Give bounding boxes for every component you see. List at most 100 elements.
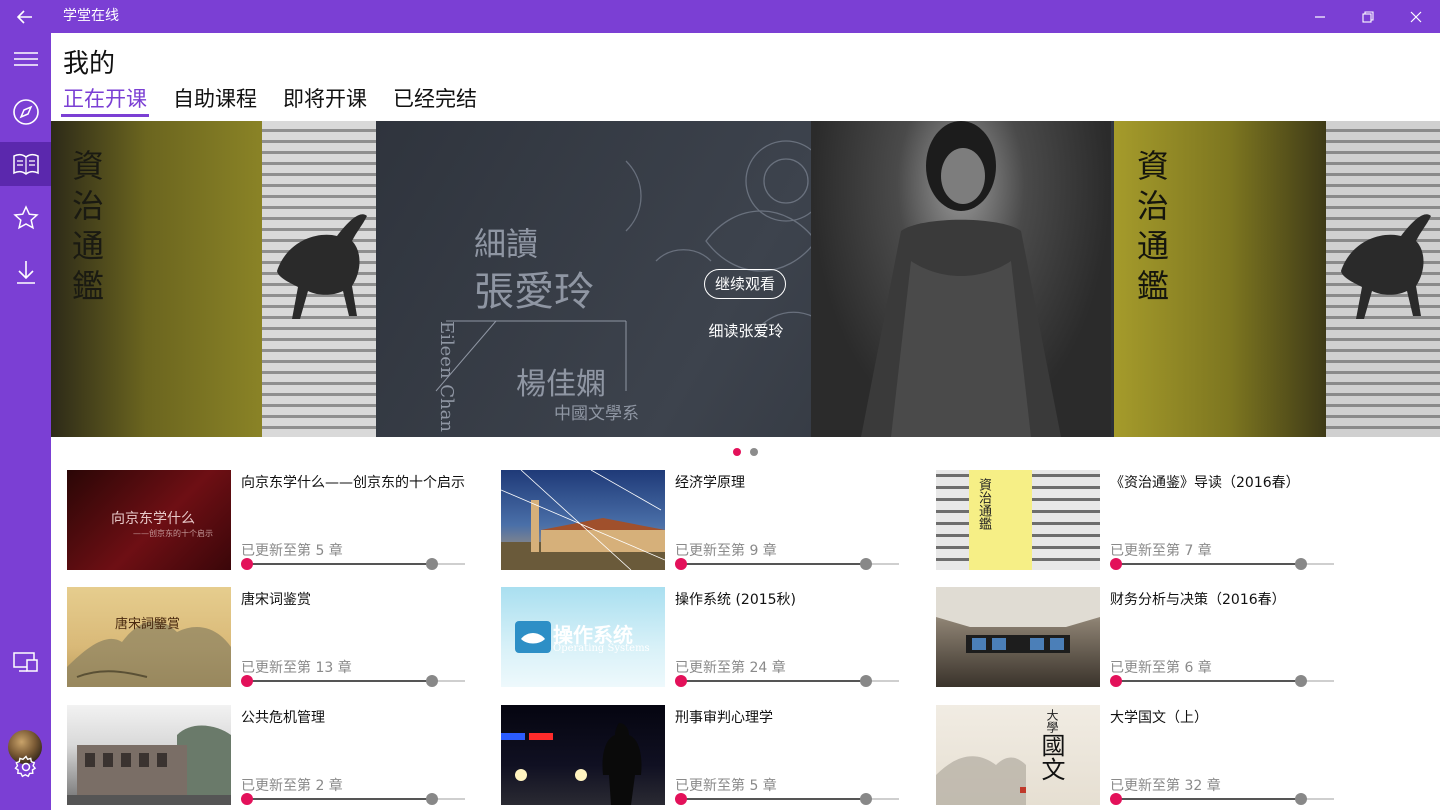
thumbnail-text: 資治通鑑 [976, 478, 991, 530]
nav-explore[interactable] [0, 90, 51, 134]
cast-button[interactable] [0, 640, 51, 684]
carousel-dot-1[interactable] [733, 448, 741, 456]
download-icon [16, 261, 35, 284]
title-bar: 学堂在线 [0, 0, 1440, 33]
landscape-painting-icon [67, 621, 231, 687]
course-title: 刑事审判心理学 [675, 710, 773, 726]
course-updated: 已更新至第 13 章 [241, 660, 352, 676]
course-updated: 已更新至第 24 章 [675, 660, 786, 676]
ruins-building-icon [67, 725, 231, 805]
tab-bar: 正在开课 自助课程 即将开课 已经完结 [61, 83, 503, 117]
cockpit-icon [936, 587, 1100, 653]
menu-button[interactable] [0, 37, 51, 81]
course-card[interactable]: 刑事审判心理学 已更新至第 5 章 [501, 705, 921, 805]
restore-icon [1362, 10, 1374, 23]
arrow-left-icon [17, 9, 32, 24]
app-title: 学堂在线 [63, 8, 119, 24]
thumbnail-text: 向京东学什么 [111, 511, 195, 527]
course-progress [241, 793, 465, 805]
restore-button[interactable] [1344, 0, 1392, 33]
thumbnail-subtext: ——创京东的十个启示 [133, 529, 213, 538]
back-button[interactable] [0, 0, 50, 33]
continue-watching-button[interactable]: 继续观看 [704, 269, 786, 299]
main-content: 我的 正在开课 自助课程 即将开课 已经完结 資治通鑑 細讀 張愛玲 楊佳嫻 中… [51, 33, 1440, 810]
nav-my-courses[interactable] [0, 142, 51, 186]
banner-art-author: 楊佳嫻 [516, 367, 606, 402]
course-progress [675, 793, 899, 805]
banner-left-scroll: 資治通鑑 [51, 121, 262, 437]
course-progress [241, 558, 465, 570]
horse-relief-icon [277, 214, 367, 319]
course-title: 财务分析与决策（2016春） [1110, 592, 1286, 608]
minimize-icon [1315, 15, 1325, 18]
tab-upcoming[interactable]: 即将开课 [283, 83, 367, 117]
portrait-silhouette-icon [861, 121, 1061, 437]
tab-finished[interactable]: 已经完结 [393, 83, 477, 117]
minimize-button[interactable] [1296, 0, 1344, 33]
banner-left-stone-relief [262, 121, 376, 437]
thumbnail-subtext: Operating Systems [553, 643, 650, 654]
course-thumbnail [501, 705, 665, 805]
banner-art-dept: 中國文學系 [554, 404, 639, 424]
sidebar [0, 33, 51, 810]
course-thumbnail: 資治通鑑 [936, 470, 1100, 570]
course-progress [675, 675, 899, 687]
cast-screen-icon [12, 652, 38, 672]
nav-downloads[interactable] [0, 250, 51, 294]
police-lights-icon [501, 723, 642, 805]
course-thumbnail [67, 705, 231, 805]
banner-course-title: 细读张爱玲 [708, 322, 784, 340]
course-card[interactable]: 财务分析与决策（2016春） 已更新至第 6 章 [936, 587, 1356, 687]
ink-mountain-icon [936, 756, 1026, 805]
compass-icon [12, 99, 39, 125]
course-card[interactable]: 大學 國文 大学国文（上） 已更新至第 32 章 [936, 705, 1356, 805]
course-thumbnail [936, 587, 1100, 687]
course-title: 经济学原理 [675, 475, 745, 491]
tab-ongoing[interactable]: 正在开课 [61, 83, 149, 117]
course-title: 唐宋词鉴赏 [241, 592, 311, 608]
banner-scroll-text-left: 資治通鑑 [67, 149, 105, 309]
banner-scroll-text-right: 資治通鑑 [1132, 149, 1170, 309]
course-updated: 已更新至第 9 章 [675, 543, 777, 559]
course-title: 操作系统 (2015秋) [675, 592, 797, 608]
banner-art-name: 張愛玲 [474, 269, 594, 315]
thumbnail-text: 唐宋詞鑒賞 [115, 617, 181, 632]
course-thumbnail [501, 470, 665, 570]
page-title: 我的 [63, 49, 116, 79]
close-icon [1410, 11, 1422, 22]
course-thumbnail: 操作系统 Operating Systems [501, 587, 665, 687]
course-card[interactable]: 公共危机管理 已更新至第 2 章 [67, 705, 487, 805]
course-progress [675, 558, 899, 570]
course-title: 《资治通鉴》导读（2016春） [1110, 475, 1300, 491]
carousel-dot-2[interactable] [750, 448, 758, 456]
course-thumbnail: 向京东学什么 ——创京东的十个启示 [67, 470, 231, 570]
course-updated: 已更新至第 6 章 [1110, 660, 1212, 676]
thumbnail-subtext: 大學 [1045, 709, 1059, 733]
close-button[interactable] [1392, 0, 1440, 33]
banner-right-scroll: 資治通鑑 [1114, 121, 1326, 437]
course-progress [1110, 558, 1334, 570]
campus-building-icon [501, 470, 665, 570]
course-card[interactable]: 資治通鑑 《资治通鉴》导读（2016春） 已更新至第 7 章 [936, 470, 1356, 570]
course-card[interactable]: 操作系统 Operating Systems 操作系统 (2015秋) 已更新至… [501, 587, 921, 687]
tab-self-paced[interactable]: 自助课程 [173, 83, 257, 117]
banner-art-english: Eileen Chan [436, 321, 457, 432]
horse-relief-icon [1341, 214, 1431, 319]
course-title: 公共危机管理 [241, 710, 325, 726]
nav-favorites[interactable] [0, 196, 51, 240]
hamburger-icon [13, 52, 38, 66]
course-card[interactable]: 唐宋詞鑒賞 唐宋词鉴赏 已更新至第 13 章 [67, 587, 487, 687]
course-thumbnail: 大學 國文 [936, 705, 1100, 805]
course-thumbnail: 唐宋詞鑒賞 [67, 587, 231, 687]
course-updated: 已更新至第 32 章 [1110, 778, 1221, 794]
course-card[interactable]: 经济学原理 已更新至第 9 章 [501, 470, 921, 570]
featured-banner[interactable]: 資治通鑑 細讀 張愛玲 楊佳嫻 中國文學系 Eileen Chan 資治通鑑 继… [51, 121, 1440, 437]
settings-button[interactable] [0, 745, 51, 789]
course-updated: 已更新至第 7 章 [1110, 543, 1212, 559]
course-updated: 已更新至第 2 章 [241, 778, 343, 794]
course-progress [1110, 675, 1334, 687]
course-title: 向京东学什么——创京东的十个启示 [241, 475, 465, 491]
course-card[interactable]: 向京东学什么 ——创京东的十个启示 向京东学什么——创京东的十个启示 已更新至第… [67, 470, 487, 570]
gear-icon [13, 755, 36, 778]
book-icon [12, 153, 39, 175]
